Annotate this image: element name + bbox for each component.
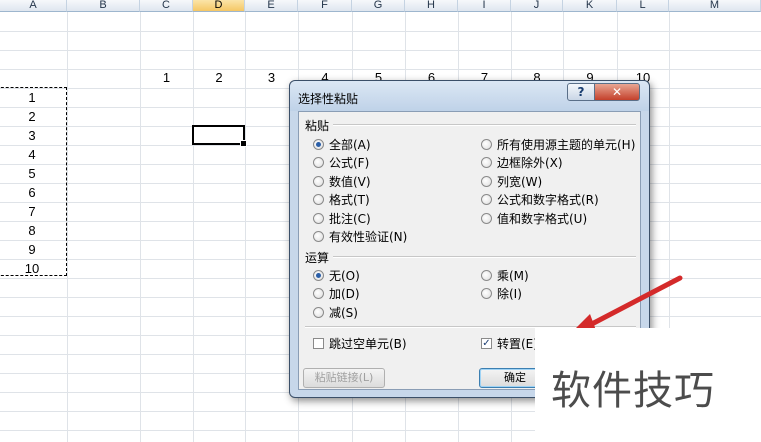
watermark-text: 软件技巧 <box>551 368 715 414</box>
watermark: 软件技巧 <box>535 328 761 442</box>
red-arrow-shaft <box>585 275 683 329</box>
